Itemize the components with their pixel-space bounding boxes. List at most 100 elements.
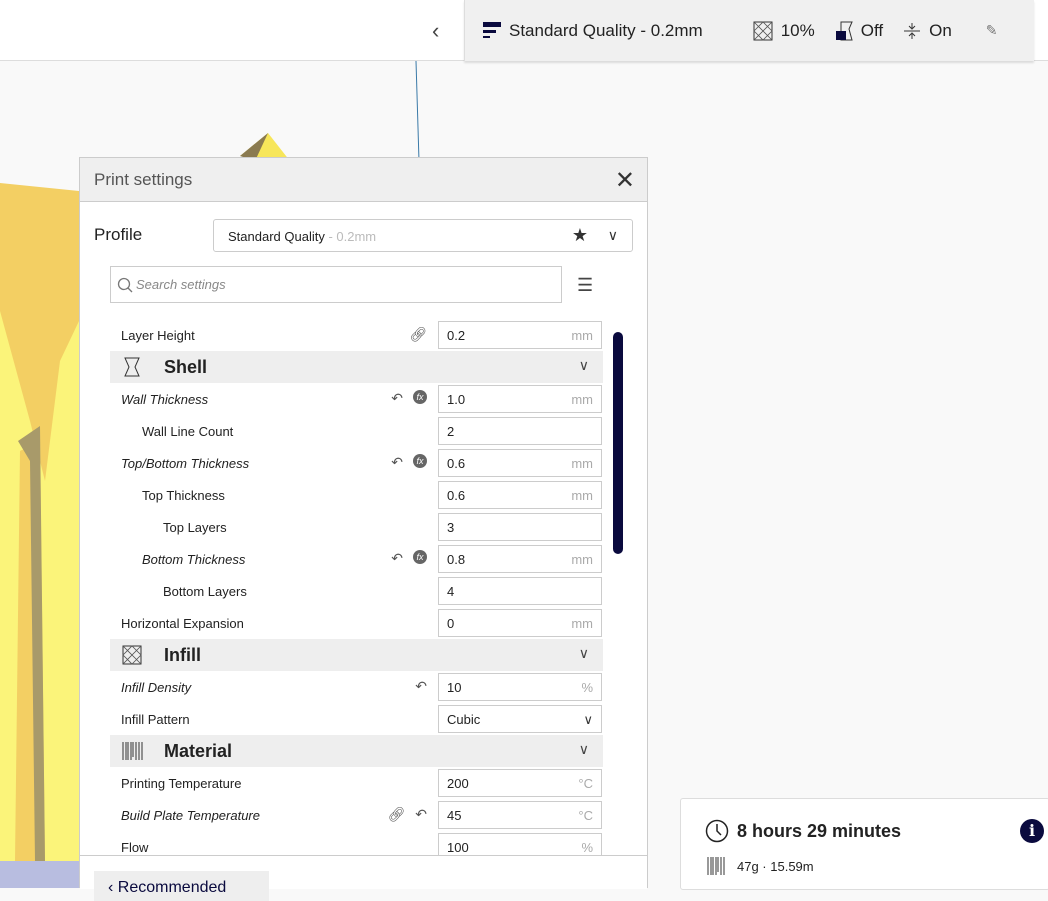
bottom-thickness-input[interactable]: 0.8 mm (438, 545, 602, 573)
infill-summary: 10% (753, 21, 815, 41)
input-value: 4 (447, 584, 455, 599)
support-icon (835, 21, 853, 40)
wall-thickness-input[interactable]: 1.0 mm (438, 385, 602, 413)
material-estimate-text: 47g · 15.59m (737, 858, 814, 874)
search-placeholder: Search settings (136, 277, 226, 292)
setting-label: Horizontal Expansion (121, 616, 244, 631)
setting-flow: Flow 100% (110, 831, 603, 855)
setting-bottom-thickness: Bottom Thickness ↶ fx 0.8 mm (110, 543, 603, 575)
clock-icon (705, 819, 729, 843)
settings-list: Layer Height 🔗︎ 0.2 mm Shell ∨ Wall Thicknes… (110, 319, 603, 855)
adhesion-summary: On (903, 21, 952, 41)
input-value: 45 (447, 808, 462, 823)
search-icon (117, 277, 133, 292)
profile-name: Standard Quality (228, 229, 325, 244)
reset-icon[interactable]: ↶ (415, 678, 427, 695)
settings-menu-icon[interactable]: ☰ (577, 275, 593, 296)
support-summary: Off (835, 21, 883, 41)
section-title: Material (164, 741, 233, 761)
function-icon[interactable]: fx (413, 390, 427, 404)
wall-line-count-input[interactable]: 2 (438, 417, 602, 445)
setting-top-bottom-thickness: Top/Bottom Thickness ↶ fx 0.6 mm (110, 447, 603, 479)
print-setup-summary[interactable]: Standard Quality - 0.2mm 10% Off On ✎ (464, 0, 1034, 61)
section-title: Infill (164, 645, 201, 665)
shell-icon (122, 357, 142, 382)
link-icon[interactable]: 🔗︎ (387, 806, 405, 823)
infill-density-input[interactable]: 10% (438, 673, 602, 701)
infill-icon (753, 20, 773, 41)
star-icon[interactable]: ★ (572, 225, 588, 246)
setting-infill-density: Infill Density ↶ 10% (110, 671, 603, 703)
collapse-chevron-icon[interactable]: ‹ (432, 18, 439, 44)
section-shell[interactable]: Shell ∨ (110, 351, 603, 383)
top-thickness-input[interactable]: 0.6 mm (438, 481, 602, 509)
reset-icon[interactable]: ↶ (391, 454, 403, 471)
panel-footer: ‹ Recommended (80, 855, 647, 901)
bottom-layers-input[interactable]: 4 (438, 577, 602, 605)
edit-pencil-icon[interactable]: ✎ (986, 22, 998, 39)
setting-wall-line-count: Wall Line Count 2 (110, 415, 603, 447)
input-unit: mm (571, 392, 593, 407)
chevron-down-icon: ∨ (607, 227, 618, 243)
recommended-button[interactable]: ‹ Recommended (94, 871, 269, 901)
setting-layer-height: Layer Height 🔗︎ 0.2 mm (110, 319, 603, 351)
flow-input[interactable]: 100% (438, 833, 602, 855)
print-time-text: 8 hours 29 minutes (737, 820, 902, 841)
chevron-down-icon: ∨ (578, 357, 589, 373)
search-settings-input[interactable]: Search settings (110, 266, 562, 303)
input-value: 0.8 (447, 552, 466, 567)
input-unit: °C (578, 808, 593, 823)
top-bottom-thickness-input[interactable]: 0.6 mm (438, 449, 602, 477)
profile-label: Profile (94, 225, 143, 244)
setting-label: Flow (121, 840, 149, 855)
section-material[interactable]: Material ∨ (110, 735, 603, 767)
build-plate-temperature-input[interactable]: 45 °C (438, 801, 602, 829)
setting-label: Layer Height (121, 328, 195, 343)
select-value: Cubic (447, 712, 481, 727)
infill-pattern-select[interactable]: Cubic ∨ (438, 705, 602, 733)
setting-wall-thickness: Wall Thickness ↶ fx 1.0 mm (110, 383, 603, 415)
top-bar: ‹ Standard Quality - 0.2mm 10% Off On ✎ (0, 0, 1048, 61)
section-title: Shell (164, 357, 208, 377)
printing-temperature-input[interactable]: 200 °C (438, 769, 602, 797)
chevron-down-icon: ∨ (578, 645, 589, 661)
setting-label: Wall Thickness (121, 392, 209, 407)
setting-printing-temperature: Printing Temperature 200 °C (110, 767, 603, 799)
horizontal-expansion-input[interactable]: 0 mm (438, 609, 602, 637)
section-infill[interactable]: Infill ∨ (110, 639, 603, 671)
input-value: 0.6 (447, 488, 466, 503)
setting-label: Bottom Layers (163, 584, 247, 599)
panel-title: Print settings (94, 169, 193, 189)
setting-label: Bottom Thickness (142, 552, 246, 567)
profile-select[interactable]: Standard Quality - 0.2mm ★ ∨ (213, 219, 633, 252)
input-value: 1.0 (447, 392, 466, 407)
material-icon (122, 741, 144, 766)
setting-label: Top/Bottom Thickness (121, 456, 250, 471)
input-value: 0 (447, 616, 455, 631)
settings-scrollbar[interactable] (613, 332, 623, 554)
profile-row: Profile Standard Quality - 0.2mm ★ ∨ (94, 219, 634, 252)
chevron-down-icon: ∨ (583, 712, 593, 727)
function-icon[interactable]: fx (413, 550, 427, 564)
input-value: 3 (447, 520, 455, 535)
input-value: 0.6 (447, 456, 466, 471)
setting-label: Build Plate Temperature (121, 808, 260, 823)
input-value: 0.2 (447, 328, 466, 343)
function-icon[interactable]: fx (413, 454, 427, 468)
print-estimate-card: 8 hours 29 minutes 47g · 15.59m i (680, 798, 1048, 890)
reset-icon[interactable]: ↶ (391, 550, 403, 567)
close-icon[interactable]: ✕ (615, 166, 635, 195)
layer-height-input[interactable]: 0.2 mm (438, 321, 602, 349)
top-layers-input[interactable]: 3 (438, 513, 602, 541)
reset-icon[interactable]: ↶ (415, 806, 427, 823)
link-icon[interactable]: 🔗︎ (409, 326, 427, 343)
reset-icon[interactable]: ↶ (391, 390, 403, 407)
input-value: 200 (447, 776, 469, 791)
setting-label: Infill Density (121, 680, 192, 695)
info-icon[interactable]: i (1020, 819, 1044, 843)
input-unit: % (581, 680, 593, 695)
setting-label: Infill Pattern (121, 712, 190, 727)
infill-icon (122, 645, 142, 670)
material-estimate: 47g · 15.59m (707, 856, 814, 876)
input-unit: mm (571, 616, 593, 631)
